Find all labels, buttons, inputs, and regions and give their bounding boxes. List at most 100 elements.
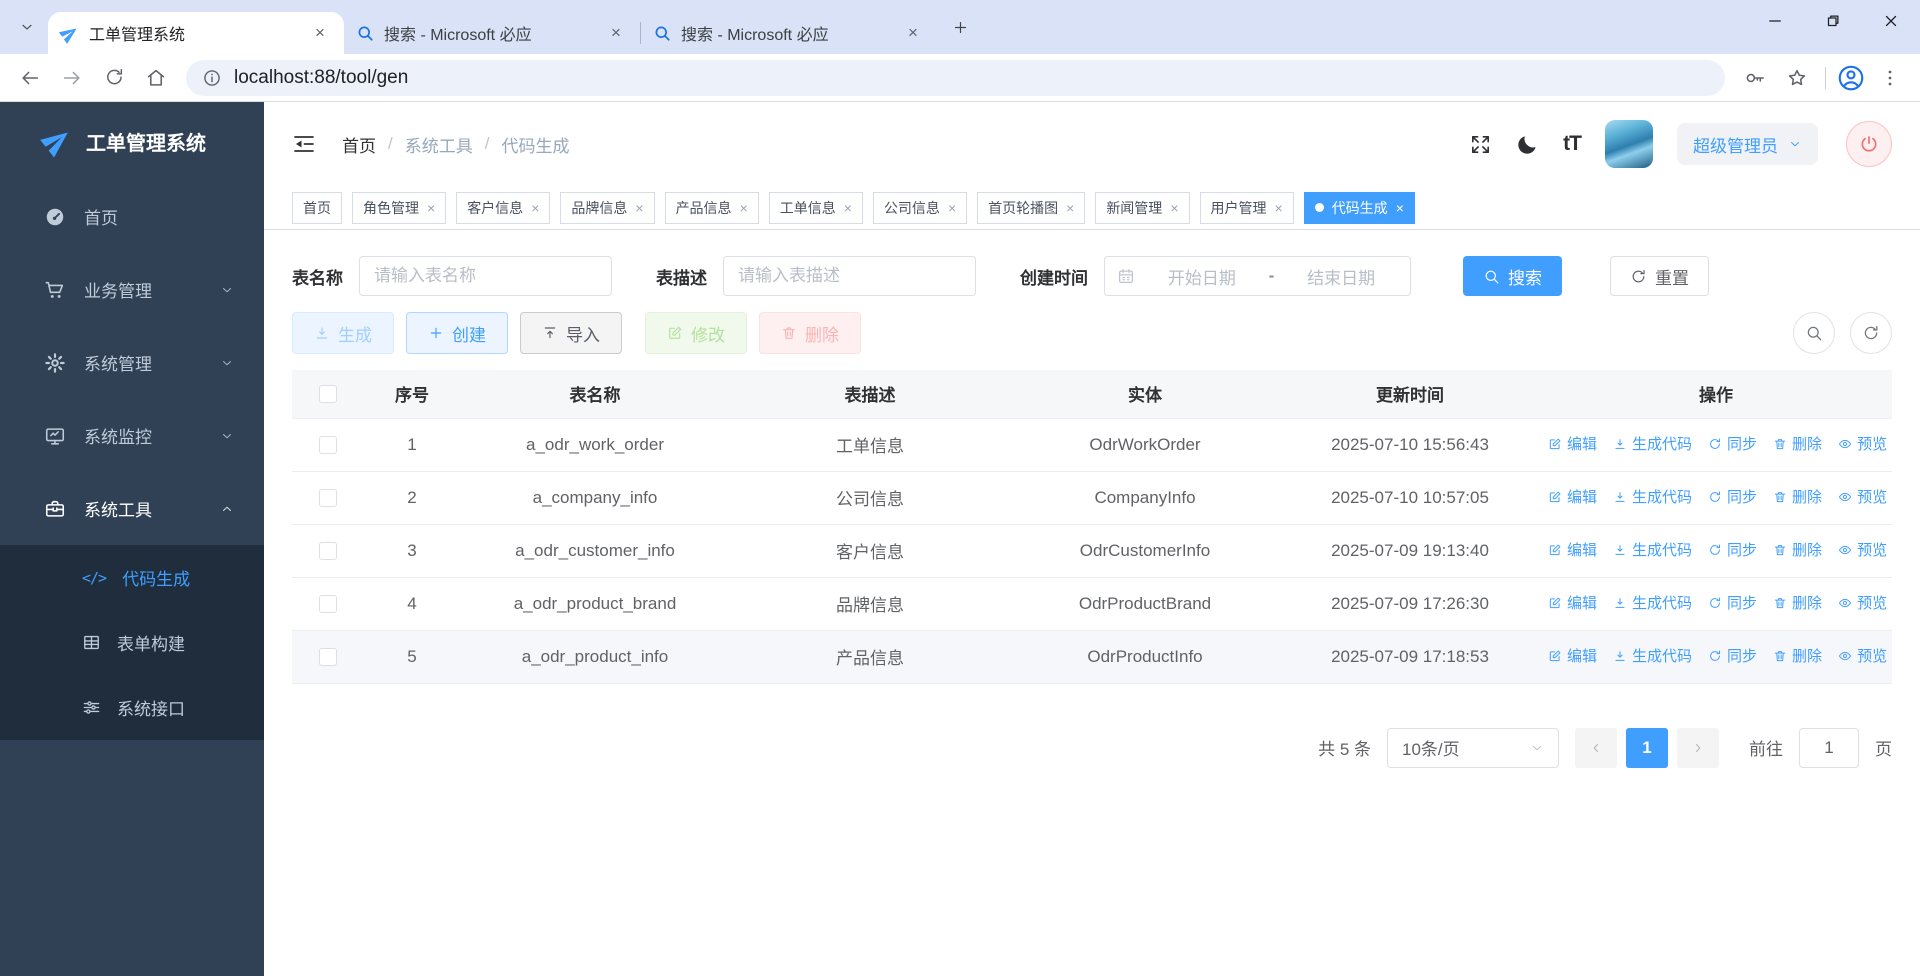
tag-company-info[interactable]: 公司信息× xyxy=(873,192,967,224)
tag-brand-info[interactable]: 品牌信息× xyxy=(560,192,654,224)
browser-profile-icon[interactable] xyxy=(1834,61,1868,95)
generate-button[interactable]: 生成 xyxy=(292,312,394,354)
row-delete-link[interactable]: 删除 xyxy=(1773,539,1822,560)
goto-page-input[interactable] xyxy=(1799,728,1859,768)
address-bar[interactable]: localhost:88/tool/gen xyxy=(186,60,1725,96)
prev-page-button[interactable] xyxy=(1575,728,1617,768)
row-generate-code-link[interactable]: 生成代码 xyxy=(1613,645,1692,666)
window-restore-button[interactable] xyxy=(1804,0,1862,42)
refresh-table-button[interactable] xyxy=(1850,312,1892,354)
import-button[interactable]: 导入 xyxy=(520,312,622,354)
tag-user-management[interactable]: 用户管理× xyxy=(1200,192,1294,224)
fullscreen-icon[interactable] xyxy=(1469,133,1492,156)
password-key-icon[interactable] xyxy=(1735,58,1775,98)
sidebar-item-code-generation[interactable]: </> 代码生成 xyxy=(0,545,264,610)
row-sync-link[interactable]: 同步 xyxy=(1708,486,1757,507)
tag-close-icon[interactable]: × xyxy=(531,200,539,216)
row-edit-link[interactable]: 编辑 xyxy=(1548,645,1597,666)
tag-close-icon[interactable]: × xyxy=(844,200,852,216)
sidebar-item-system-monitor[interactable]: 系统监控 xyxy=(0,399,264,472)
row-sync-link[interactable]: 同步 xyxy=(1708,592,1757,613)
tag-code-generation-active[interactable]: 代码生成× xyxy=(1304,192,1415,224)
tag-role-management[interactable]: 角色管理× xyxy=(352,192,446,224)
tag-close-icon[interactable]: × xyxy=(427,200,435,216)
row-delete-link[interactable]: 删除 xyxy=(1773,645,1822,666)
dark-mode-moon-icon[interactable] xyxy=(1516,133,1539,156)
sidebar-item-system-admin[interactable]: 系统管理 xyxy=(0,326,264,399)
home-button[interactable] xyxy=(136,58,176,98)
tag-close-icon[interactable]: × xyxy=(1396,200,1404,216)
sidebar-item-home[interactable]: 首页 xyxy=(0,180,264,253)
modify-button[interactable]: 修改 xyxy=(645,312,747,354)
sidebar-item-system-api[interactable]: 系统接口 xyxy=(0,675,264,740)
row-preview-link[interactable]: 预览 xyxy=(1838,486,1887,507)
row-edit-link[interactable]: 编辑 xyxy=(1548,486,1597,507)
tag-home[interactable]: 首页 xyxy=(292,192,342,224)
row-generate-code-link[interactable]: 生成代码 xyxy=(1613,592,1692,613)
tag-home-carousel[interactable]: 首页轮播图× xyxy=(977,192,1085,224)
row-checkbox[interactable] xyxy=(319,489,337,507)
tab-search-button[interactable] xyxy=(12,12,42,42)
sidebar-fold-icon[interactable] xyxy=(292,132,316,156)
row-generate-code-link[interactable]: 生成代码 xyxy=(1613,539,1692,560)
reload-button[interactable] xyxy=(94,58,134,98)
tag-close-icon[interactable]: × xyxy=(1275,200,1283,216)
reset-button[interactable]: 重置 xyxy=(1610,256,1709,296)
row-checkbox[interactable] xyxy=(319,648,337,666)
bookmark-star-icon[interactable] xyxy=(1777,58,1817,98)
browser-tab-bing-2[interactable]: 搜索 - Microsoft 必应 × xyxy=(641,12,937,54)
user-avatar[interactable] xyxy=(1605,120,1653,168)
sidebar-item-business[interactable]: 业务管理 xyxy=(0,253,264,326)
row-delete-link[interactable]: 删除 xyxy=(1773,592,1822,613)
next-page-button[interactable] xyxy=(1677,728,1719,768)
logout-power-button[interactable] xyxy=(1846,121,1892,167)
forward-button[interactable] xyxy=(52,58,92,98)
row-edit-link[interactable]: 编辑 xyxy=(1548,592,1597,613)
select-all-checkbox[interactable] xyxy=(319,385,337,403)
sidebar-item-form-builder[interactable]: 表单构建 xyxy=(0,610,264,675)
date-range-picker[interactable]: 开始日期 - 结束日期 xyxy=(1104,256,1411,296)
tag-close-icon[interactable]: × xyxy=(740,200,748,216)
table-name-input[interactable] xyxy=(359,256,612,296)
row-edit-link[interactable]: 编辑 xyxy=(1548,433,1597,454)
search-button[interactable]: 搜索 xyxy=(1463,256,1562,296)
tab-close-icon[interactable]: × xyxy=(604,21,628,45)
row-sync-link[interactable]: 同步 xyxy=(1708,645,1757,666)
user-menu[interactable]: 超级管理员 xyxy=(1677,123,1818,165)
page-size-select[interactable]: 10条/页 xyxy=(1387,728,1559,768)
delete-button[interactable]: 删除 xyxy=(759,312,861,354)
row-preview-link[interactable]: 预览 xyxy=(1838,645,1887,666)
tag-close-icon[interactable]: × xyxy=(635,200,643,216)
row-preview-link[interactable]: 预览 xyxy=(1838,433,1887,454)
row-edit-link[interactable]: 编辑 xyxy=(1548,539,1597,560)
breadcrumb-home[interactable]: 首页 xyxy=(342,132,376,157)
back-button[interactable] xyxy=(10,58,50,98)
tag-customer-info[interactable]: 客户信息× xyxy=(456,192,550,224)
window-close-button[interactable] xyxy=(1862,0,1920,42)
browser-menu-icon[interactable] xyxy=(1870,58,1910,98)
row-checkbox[interactable] xyxy=(319,595,337,613)
row-generate-code-link[interactable]: 生成代码 xyxy=(1613,433,1692,454)
create-button[interactable]: 创建 xyxy=(406,312,508,354)
row-checkbox[interactable] xyxy=(319,542,337,560)
row-generate-code-link[interactable]: 生成代码 xyxy=(1613,486,1692,507)
row-delete-link[interactable]: 删除 xyxy=(1773,433,1822,454)
row-delete-link[interactable]: 删除 xyxy=(1773,486,1822,507)
tag-news-management[interactable]: 新闻管理× xyxy=(1095,192,1189,224)
tab-close-icon[interactable]: × xyxy=(308,21,332,45)
row-checkbox[interactable] xyxy=(319,436,337,454)
tag-close-icon[interactable]: × xyxy=(948,200,956,216)
tag-work-order-info[interactable]: 工单信息× xyxy=(769,192,863,224)
toggle-search-button[interactable] xyxy=(1793,312,1835,354)
tag-close-icon[interactable]: × xyxy=(1066,200,1074,216)
sidebar-item-system-tools[interactable]: 系统工具 xyxy=(0,472,264,545)
row-sync-link[interactable]: 同步 xyxy=(1708,539,1757,560)
tag-product-info[interactable]: 产品信息× xyxy=(665,192,759,224)
window-minimize-button[interactable] xyxy=(1746,0,1804,42)
tag-close-icon[interactable]: × xyxy=(1170,200,1178,216)
row-preview-link[interactable]: 预览 xyxy=(1838,592,1887,613)
page-number-1[interactable]: 1 xyxy=(1626,728,1668,768)
new-tab-button[interactable] xyxy=(945,12,975,42)
row-preview-link[interactable]: 预览 xyxy=(1838,539,1887,560)
browser-tab-bing-1[interactable]: 搜索 - Microsoft 必应 × xyxy=(344,12,640,54)
